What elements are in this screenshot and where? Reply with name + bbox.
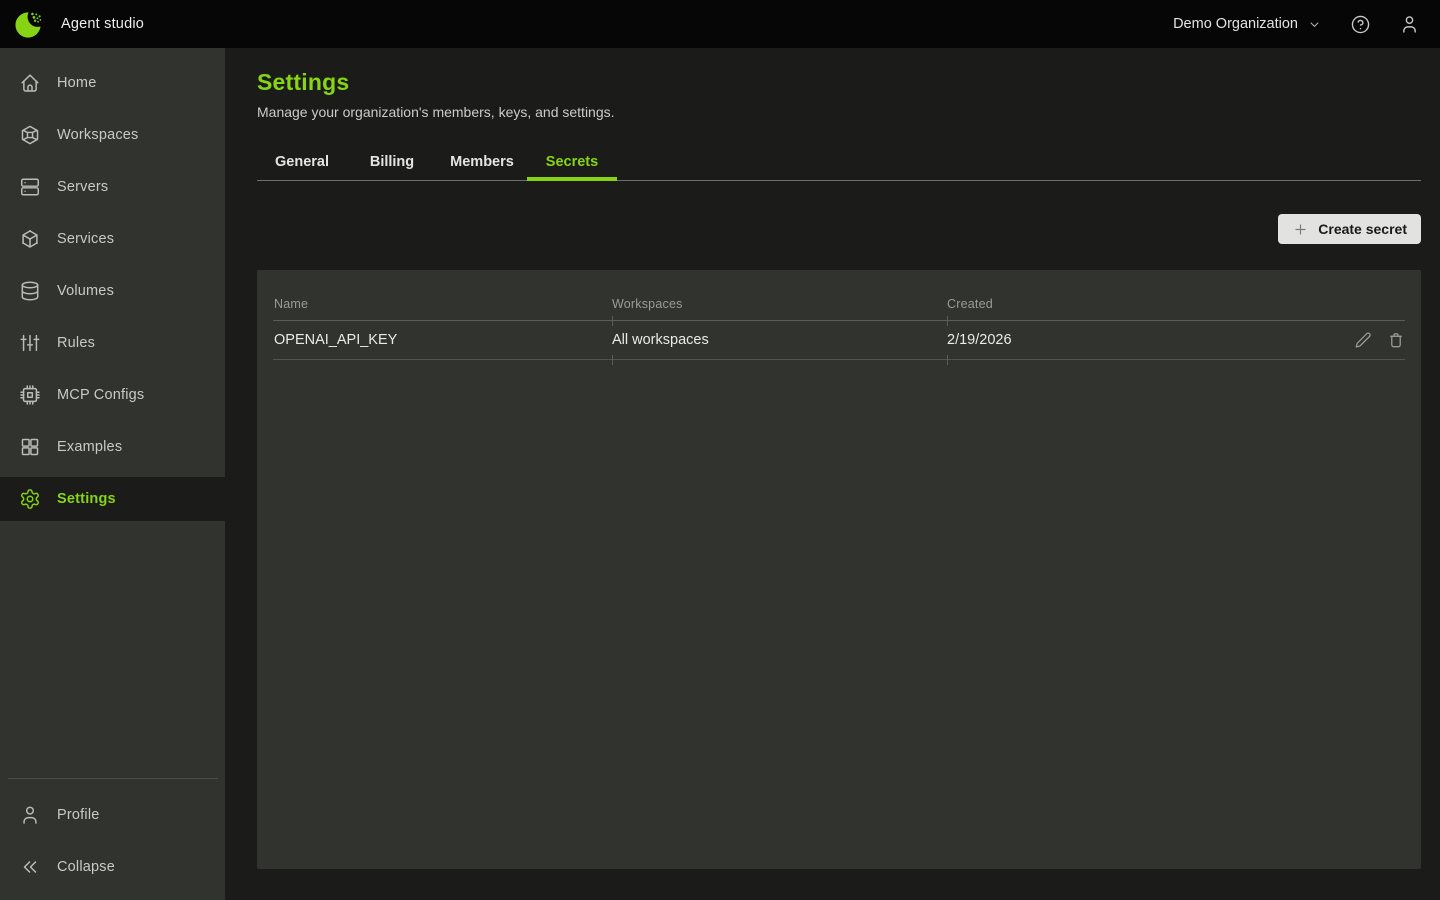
column-header-workspaces: Workspaces [612, 297, 947, 311]
page-subtitle: Manage your organization's members, keys… [257, 104, 1421, 120]
volumes-icon [19, 280, 41, 302]
examples-icon [19, 436, 41, 458]
sidebar-item-examples[interactable]: Examples [0, 425, 225, 469]
settings-gear-icon [19, 488, 41, 510]
collapse-icon [19, 856, 41, 878]
brand: Agent studio [14, 9, 144, 40]
column-divider-tick [947, 355, 948, 365]
sidebar-item-label: Profile [57, 807, 100, 823]
sidebar-footer: Profile Collapse [0, 778, 225, 900]
app-title: Agent studio [61, 16, 144, 32]
table-header-row: Name Workspaces Created [273, 270, 1405, 321]
sidebar-item-label: Volumes [57, 283, 114, 299]
sidebar-item-collapse[interactable]: Collapse [0, 845, 225, 889]
secret-name-cell: OPENAI_API_KEY [273, 332, 612, 348]
user-account-icon[interactable] [1399, 14, 1420, 35]
home-icon [19, 72, 41, 94]
column-header-created: Created [947, 297, 1339, 311]
tab-members[interactable]: Members [437, 143, 527, 180]
tab-general[interactable]: General [257, 143, 347, 180]
topbar: Agent studio Demo Organization [0, 0, 1440, 48]
org-selector-label: Demo Organization [1173, 16, 1298, 32]
secrets-toolbar: Create secret [257, 214, 1421, 244]
sidebar-item-volumes[interactable]: Volumes [0, 269, 225, 313]
sidebar-item-label: Workspaces [57, 127, 139, 143]
tab-billing[interactable]: Billing [347, 143, 437, 180]
chevron-down-icon [1307, 17, 1322, 32]
column-divider-tick [947, 316, 948, 326]
rules-icon [19, 332, 41, 354]
workspaces-icon [19, 124, 41, 146]
sidebar-item-rules[interactable]: Rules [0, 321, 225, 365]
servers-icon [19, 176, 41, 198]
page-title: Settings [257, 68, 1421, 96]
sidebar-item-label: Collapse [57, 859, 115, 875]
sidebar: Home Workspaces Servers [0, 48, 225, 900]
sidebar-divider [8, 778, 218, 779]
secret-created-cell: 2/19/2026 [947, 332, 1339, 348]
sidebar-item-label: Rules [57, 335, 95, 351]
help-icon[interactable] [1350, 14, 1371, 35]
delete-secret-icon[interactable] [1387, 331, 1405, 349]
secrets-table-card: Name Workspaces Created OPENAI_API_KEY A… [257, 270, 1421, 869]
sidebar-nav: Home Workspaces Servers [0, 48, 225, 778]
sidebar-item-label: Home [57, 75, 96, 91]
sidebar-item-servers[interactable]: Servers [0, 165, 225, 209]
sidebar-item-label: MCP Configs [57, 387, 144, 403]
column-divider-tick [612, 355, 613, 365]
create-secret-label: Create secret [1318, 221, 1407, 237]
sidebar-item-home[interactable]: Home [0, 61, 225, 105]
sidebar-item-label: Settings [57, 491, 116, 507]
sidebar-item-label: Servers [57, 179, 108, 195]
sidebar-item-workspaces[interactable]: Workspaces [0, 113, 225, 157]
column-header-name: Name [273, 297, 612, 311]
create-secret-button[interactable]: Create secret [1278, 214, 1421, 244]
sidebar-item-profile[interactable]: Profile [0, 793, 225, 837]
sidebar-item-mcp-configs[interactable]: MCP Configs [0, 373, 225, 417]
table-row: OPENAI_API_KEY All workspaces 2/19/2026 [273, 321, 1405, 360]
mcp-configs-icon [19, 384, 41, 406]
app-logo-icon [14, 9, 45, 40]
plus-icon [1292, 221, 1309, 238]
services-icon [19, 228, 41, 250]
column-divider-tick [612, 316, 613, 326]
secret-workspaces-cell: All workspaces [612, 332, 947, 348]
sidebar-item-services[interactable]: Services [0, 217, 225, 261]
main-content: Settings Manage your organization's memb… [225, 48, 1440, 900]
sidebar-item-label: Services [57, 231, 114, 247]
sidebar-item-settings[interactable]: Settings [0, 477, 225, 521]
edit-secret-icon[interactable] [1354, 331, 1372, 349]
tab-secrets[interactable]: Secrets [527, 143, 617, 180]
sidebar-item-label: Examples [57, 439, 122, 455]
profile-icon [19, 804, 41, 826]
org-selector[interactable]: Demo Organization [1173, 16, 1322, 32]
settings-tabs: General Billing Members Secrets [257, 143, 1421, 181]
